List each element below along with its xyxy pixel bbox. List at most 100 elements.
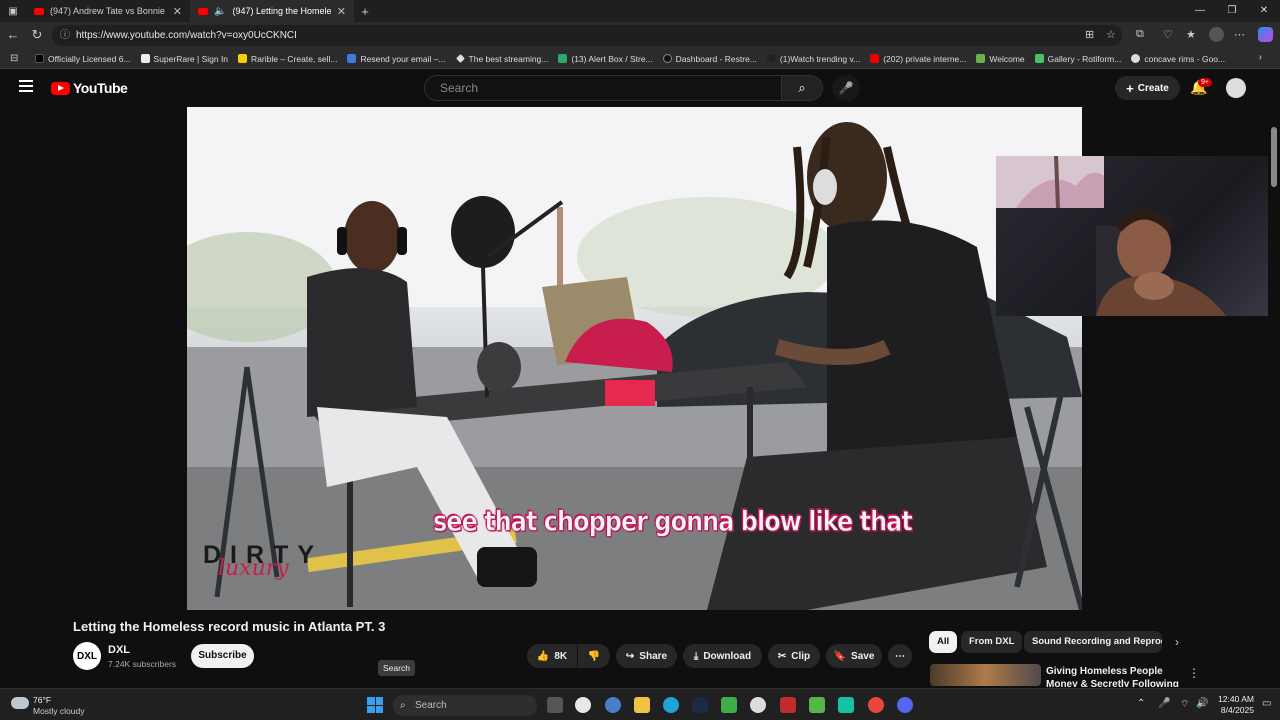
microphone-icon[interactable]: 🎤 xyxy=(1158,698,1170,709)
discord-icon[interactable] xyxy=(897,697,913,713)
bookmark-item[interactable]: Gallery - Rotiform... xyxy=(1030,54,1127,64)
like-button[interactable]: 👍 8K xyxy=(527,644,577,668)
chip-sound-recording[interactable]: Sound Recording and Reproduction xyxy=(1024,631,1162,653)
media-app-icon[interactable] xyxy=(780,697,796,713)
browser-tab-2[interactable]: 🔈 (947) Letting the Homeless re ✕ xyxy=(190,0,354,22)
channel-avatar[interactable]: DXL xyxy=(73,642,101,670)
weather-temperature[interactable]: 76°F xyxy=(33,695,51,705)
more-vertical-icon[interactable]: ⋮ xyxy=(1188,666,1200,680)
favorites-icon[interactable]: ★ xyxy=(1186,28,1196,41)
tab-actions-icon[interactable]: ▣ xyxy=(0,6,26,17)
browser-tab-1[interactable]: (947) Andrew Tate vs Bonnie Blue ✕ xyxy=(26,0,190,22)
razer-app-icon[interactable] xyxy=(721,697,737,713)
close-tab-icon[interactable]: ✕ xyxy=(337,5,346,18)
favorite-star-icon[interactable]: ☆ xyxy=(1106,28,1116,41)
clip-button[interactable]: ✂ Clip xyxy=(768,644,820,668)
restore-icon[interactable]: ❐ xyxy=(1216,0,1248,22)
volume-icon[interactable]: 🔊 xyxy=(1196,698,1208,709)
speaker-icon[interactable]: 🔈 xyxy=(214,6,226,17)
new-tab-icon[interactable]: + xyxy=(354,4,376,19)
bookmark-item[interactable]: (202) private interne... xyxy=(865,54,971,64)
back-icon[interactable]: ← xyxy=(4,27,22,42)
watermark-script: luxury xyxy=(218,556,289,581)
minimize-icon[interactable]: — xyxy=(1184,0,1216,22)
youtube-play-icon xyxy=(51,81,70,95)
youtube-favicon-icon xyxy=(198,7,208,15)
webcam-frame xyxy=(996,156,1226,316)
window-controls: — ❐ ✕ xyxy=(1184,0,1280,22)
system-clock[interactable]: 12:40 AM 8/4/2025 xyxy=(1214,694,1254,716)
save-button[interactable]: 🔖 Save xyxy=(826,644,882,668)
bookmark-item[interactable]: (1)Watch trending v... xyxy=(762,54,865,64)
url-field[interactable]: ⓘ https://www.youtube.com/watch?v=oxy0Uc… xyxy=(52,25,1122,46)
refresh-icon[interactable]: ↻ xyxy=(28,27,46,43)
create-label: Create xyxy=(1137,82,1169,94)
site-info-icon[interactable]: ⓘ xyxy=(60,25,70,46)
browser-essentials-icon[interactable]: ♡ xyxy=(1163,28,1173,41)
channel-name[interactable]: DXL xyxy=(108,644,130,656)
bookmark-item[interactable]: Dashboard - Restre... xyxy=(658,54,762,64)
wifi-icon[interactable]: ⌔ xyxy=(1180,698,1189,711)
bookmark-icon: 🔖 xyxy=(833,650,847,662)
youtube-logo[interactable]: YouTube xyxy=(51,80,128,96)
dislike-button[interactable]: 👎 xyxy=(578,644,610,668)
gmail-app-icon[interactable] xyxy=(575,697,591,713)
bookmarks-sidebar-icon[interactable]: ⊟ xyxy=(10,53,18,64)
cloud-icon[interactable] xyxy=(11,697,29,709)
notification-center-icon[interactable]: ▭ xyxy=(1262,698,1271,709)
bookmark-item[interactable]: SuperRare | Sign In xyxy=(136,54,234,64)
taskbar-search-input[interactable]: ⌕ Search xyxy=(393,695,537,716)
file-explorer-icon[interactable] xyxy=(634,697,650,713)
weather-description: Mostly cloudy xyxy=(33,706,85,716)
download-button[interactable]: ⤓ Download xyxy=(683,644,762,668)
search-button[interactable]: ⌕ xyxy=(781,75,823,101)
copilot-icon[interactable] xyxy=(1258,27,1273,42)
subscribe-button[interactable]: Subscribe xyxy=(191,644,254,668)
share-icon: ↪ xyxy=(625,650,635,662)
chevron-right-icon[interactable]: › xyxy=(1259,52,1262,63)
chip-from-channel[interactable]: From DXL xyxy=(961,631,1023,653)
url-text: https://www.youtube.com/watch?v=oxy0UcCK… xyxy=(76,30,297,41)
task-view-icon[interactable] xyxy=(547,697,563,713)
download-icon: ⤓ xyxy=(693,650,699,662)
bookmark-item[interactable]: concave rims - Goo... xyxy=(1126,54,1230,64)
chevron-right-icon[interactable]: › xyxy=(1175,635,1179,649)
extensions-icon[interactable]: ⧉ xyxy=(1136,28,1144,41)
youtube-header: YouTube Search ⌕ 🎤 + Create 🔔 9+ xyxy=(0,69,1280,106)
bookmark-item[interactable]: Resend your email –... xyxy=(342,54,450,64)
chrome-grey-icon[interactable] xyxy=(750,697,766,713)
chip-all[interactable]: All xyxy=(929,631,958,653)
suggested-video-thumbnail[interactable] xyxy=(930,664,1041,686)
obs-app-icon[interactable] xyxy=(838,697,854,713)
more-horizontal-icon: ⋯ xyxy=(895,650,905,662)
account-avatar[interactable] xyxy=(1226,78,1246,98)
close-window-icon[interactable]: ✕ xyxy=(1248,0,1280,22)
more-menu-icon[interactable]: ⋯ xyxy=(1234,28,1245,41)
profile-avatar[interactable] xyxy=(1209,27,1224,42)
video-caption: see that chopper gonna blow like that xyxy=(433,505,913,538)
edge-browser-icon[interactable] xyxy=(663,697,679,713)
page-scrollbar[interactable] xyxy=(1268,107,1280,687)
bookmark-item[interactable]: Officially Licensed 6... xyxy=(30,54,136,64)
app-available-icon[interactable]: ⊞ xyxy=(1085,28,1094,41)
create-button[interactable]: + Create xyxy=(1115,76,1180,100)
search-input[interactable]: Search xyxy=(424,75,782,101)
windows-start-icon[interactable] xyxy=(367,697,383,713)
bookmark-item[interactable]: Rarible – Create, sell... xyxy=(233,54,342,64)
settings-gear-icon[interactable] xyxy=(605,697,621,713)
menu-icon[interactable] xyxy=(19,80,33,95)
suggested-video-title[interactable]: Giving Homeless People Money & Secretly … xyxy=(1046,665,1186,687)
close-tab-icon[interactable]: ✕ xyxy=(173,5,182,18)
bookmark-item[interactable]: Welcome xyxy=(971,54,1029,64)
voice-search-button[interactable]: 🎤 xyxy=(832,75,860,101)
more-actions-button[interactable]: ⋯ xyxy=(888,644,912,668)
bookmark-item[interactable]: (13) Alert Box / Stre... xyxy=(553,54,657,64)
share-button[interactable]: ↪ Share xyxy=(616,644,677,668)
tab-title: (947) Letting the Homeless re xyxy=(232,6,331,16)
search-icon: ⌕ xyxy=(798,80,806,95)
bookmark-item[interactable]: The best streaming... xyxy=(451,54,554,64)
steam-icon[interactable] xyxy=(692,697,708,713)
chrome-browser-icon[interactable] xyxy=(868,697,884,713)
green-app-icon[interactable] xyxy=(809,697,825,713)
chevron-up-icon[interactable]: ⌃ xyxy=(1137,698,1145,709)
